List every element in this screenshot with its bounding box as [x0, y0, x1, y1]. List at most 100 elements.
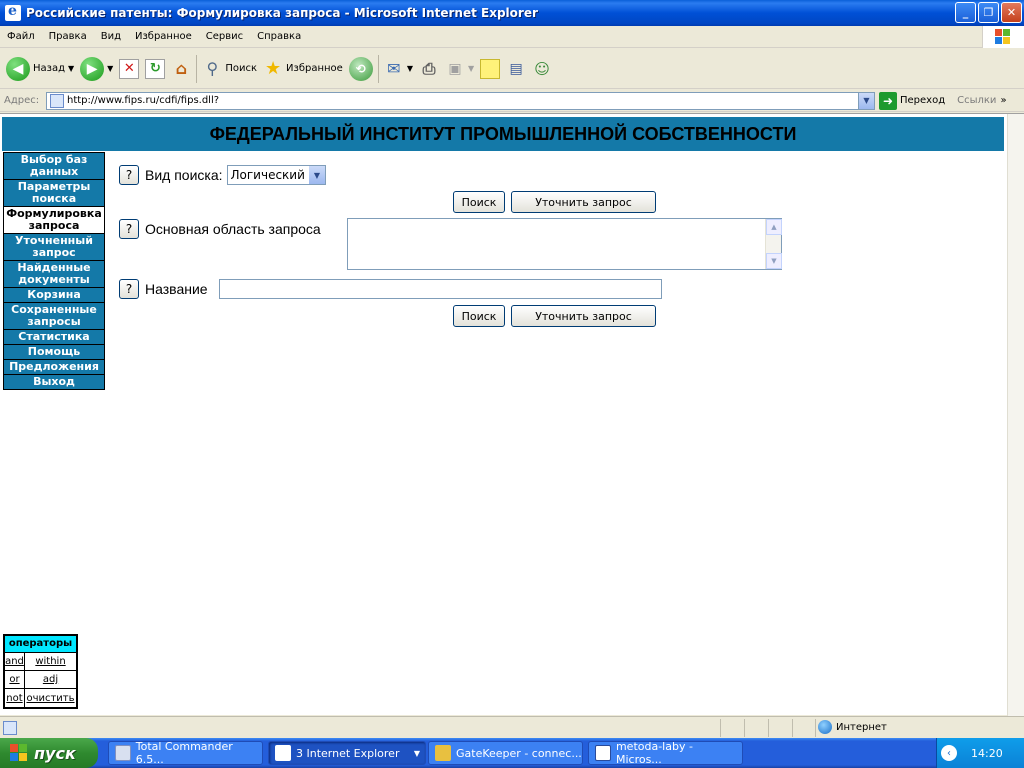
- word-document-icon: [595, 745, 611, 761]
- links-chevron-icon[interactable]: »: [1000, 95, 1006, 106]
- mail-dropdown-icon[interactable]: ▼: [407, 64, 413, 73]
- nav-exit[interactable]: Выход: [3, 374, 105, 390]
- home-button[interactable]: ⌂: [171, 59, 191, 79]
- nav-refined-query[interactable]: Уточненный запрос: [3, 233, 105, 260]
- operator-and[interactable]: and: [5, 653, 25, 670]
- address-input[interactable]: http://www.fips.ru/cdfi/fips.dll? ▼: [46, 91, 875, 110]
- task-internet-explorer[interactable]: 3 Internet Explorer ▼: [268, 741, 426, 765]
- key-icon: [435, 745, 451, 761]
- edit-icon: ▣: [448, 60, 462, 77]
- title-input[interactable]: [219, 279, 662, 299]
- search-type-label: Вид поиска:: [145, 167, 223, 183]
- menu-view[interactable]: Вид: [94, 31, 128, 42]
- print-button[interactable]: ⎙: [419, 59, 439, 79]
- show-hidden-icons-icon[interactable]: ‹: [941, 745, 957, 761]
- star-icon: ★: [264, 58, 282, 79]
- back-button[interactable]: ◀ Назад ▼: [6, 56, 74, 81]
- help-button-search-type[interactable]: ?: [119, 165, 139, 185]
- search-type-select[interactable]: Логический ▼: [226, 165, 326, 185]
- windows-logo: [982, 26, 1024, 48]
- operator-within[interactable]: within: [25, 653, 76, 670]
- messenger-button[interactable]: ☺: [532, 59, 552, 79]
- operator-not[interactable]: not: [5, 689, 25, 707]
- refine-button-bottom[interactable]: Уточнить запрос: [511, 305, 656, 327]
- forward-dropdown-icon[interactable]: ▼: [107, 64, 113, 73]
- nav-basket[interactable]: Корзина: [3, 287, 105, 302]
- refresh-button[interactable]: ↻: [145, 58, 166, 79]
- scroll-up-icon[interactable]: ▲: [766, 219, 782, 235]
- window-title: Российские патенты: Формулировка запроса…: [26, 6, 538, 20]
- operators-row: not очистить: [5, 689, 76, 707]
- menu-help[interactable]: Справка: [250, 31, 308, 42]
- page-content: ФЕДЕРАЛЬНЫЙ ИНСТИТУТ ПРОМЫШЛЕННОЙ СОБСТВ…: [0, 113, 1024, 716]
- main-query-textarea[interactable]: ▲ ▼: [347, 218, 782, 270]
- address-dropdown-icon[interactable]: ▼: [858, 92, 874, 109]
- research-button[interactable]: ▤: [506, 59, 526, 79]
- links-toolbar[interactable]: Ссылки: [957, 95, 996, 106]
- main-area-label: Основная область запроса: [145, 221, 321, 237]
- note-icon: [480, 58, 501, 79]
- operator-adj[interactable]: adj: [25, 671, 76, 688]
- printer-icon: ⎙: [422, 58, 436, 78]
- go-button[interactable]: ➜ Переход: [879, 91, 957, 110]
- history-icon: ⟲: [348, 56, 373, 81]
- address-url: http://www.fips.ru/cdfi/fips.dll?: [67, 95, 220, 106]
- nav-saved-queries[interactable]: Сохраненные запросы: [3, 302, 105, 329]
- task-word-document[interactable]: metoda-laby - Micros...: [588, 740, 743, 766]
- nav-database-select[interactable]: Выбор баз данных: [3, 152, 105, 179]
- task-gatekeeper[interactable]: GateKeeper - connec...: [428, 741, 583, 765]
- stop-button[interactable]: ✕: [119, 58, 140, 79]
- edit-dropdown-icon[interactable]: ▼: [468, 64, 474, 73]
- nav-found-documents[interactable]: Найденные документы: [3, 260, 105, 287]
- help-button-title[interactable]: ?: [119, 279, 139, 299]
- title-bar: Российские патенты: Формулировка запроса…: [0, 0, 1024, 26]
- toolbar-separator: [196, 54, 198, 83]
- go-arrow-icon: ➜: [879, 91, 897, 110]
- scroll-down-icon[interactable]: ▼: [766, 253, 782, 269]
- page-icon: [50, 93, 64, 108]
- forward-button[interactable]: ▶ ▼: [80, 56, 113, 81]
- address-label: Адрес:: [4, 95, 40, 106]
- menu-bar: Файл Правка Вид Избранное Сервис Справка: [0, 26, 1024, 48]
- home-icon: ⌂: [175, 59, 188, 78]
- taskbar: пуск Total Commander 6.5... 3 Internet E…: [0, 738, 1024, 768]
- menu-edit[interactable]: Правка: [42, 31, 94, 42]
- search-button-bottom[interactable]: Поиск: [453, 305, 505, 327]
- stop-icon: ✕: [119, 58, 140, 79]
- start-button[interactable]: пуск: [0, 738, 98, 768]
- title-row: ? Название: [119, 279, 208, 299]
- nav-suggestions[interactable]: Предложения: [3, 359, 105, 374]
- nav-search-params[interactable]: Параметры поиска: [3, 179, 105, 206]
- menu-tools[interactable]: Сервис: [199, 31, 250, 42]
- help-button-main-area[interactable]: ?: [119, 219, 139, 239]
- minimize-button[interactable]: _: [955, 2, 976, 23]
- mail-button[interactable]: ✉ ▼: [384, 59, 413, 79]
- internet-explorer-icon: [275, 745, 291, 761]
- search-button[interactable]: ⚲ Поиск: [202, 59, 257, 79]
- banner-title: ФЕДЕРАЛЬНЫЙ ИНСТИТУТ ПРОМЫШЛЕННОЙ СОБСТВ…: [209, 123, 797, 144]
- discuss-button[interactable]: [480, 58, 501, 79]
- search-button-top[interactable]: Поиск: [453, 191, 505, 213]
- menu-favorites[interactable]: Избранное: [128, 31, 199, 42]
- textarea-scrollbar[interactable]: ▲ ▼: [765, 219, 782, 269]
- operator-clear[interactable]: очистить: [25, 689, 76, 707]
- edit-button[interactable]: ▣ ▼: [445, 59, 474, 79]
- operator-or[interactable]: or: [5, 671, 25, 688]
- task-total-commander[interactable]: Total Commander 6.5...: [108, 740, 263, 766]
- close-button[interactable]: ✕: [1001, 2, 1022, 23]
- menu-file[interactable]: Файл: [0, 31, 42, 42]
- refine-button-top[interactable]: Уточнить запрос: [511, 191, 656, 213]
- favorites-button[interactable]: ★ Избранное: [263, 58, 343, 79]
- page-scrollbar[interactable]: [1007, 114, 1024, 716]
- status-divider: [744, 719, 745, 737]
- back-arrow-icon: ◀: [6, 56, 30, 81]
- select-dropdown-icon: ▼: [308, 166, 325, 184]
- nav-query-formulation[interactable]: Формулировка запроса: [3, 206, 105, 233]
- mail-icon: ✉: [387, 59, 401, 78]
- toolbar-separator: [377, 54, 379, 83]
- nav-help[interactable]: Помощь: [3, 344, 105, 359]
- maximize-button[interactable]: ❐: [978, 2, 999, 23]
- back-dropdown-icon[interactable]: ▼: [68, 64, 74, 73]
- history-button[interactable]: ⟲: [348, 56, 373, 81]
- nav-statistics[interactable]: Статистика: [3, 329, 105, 344]
